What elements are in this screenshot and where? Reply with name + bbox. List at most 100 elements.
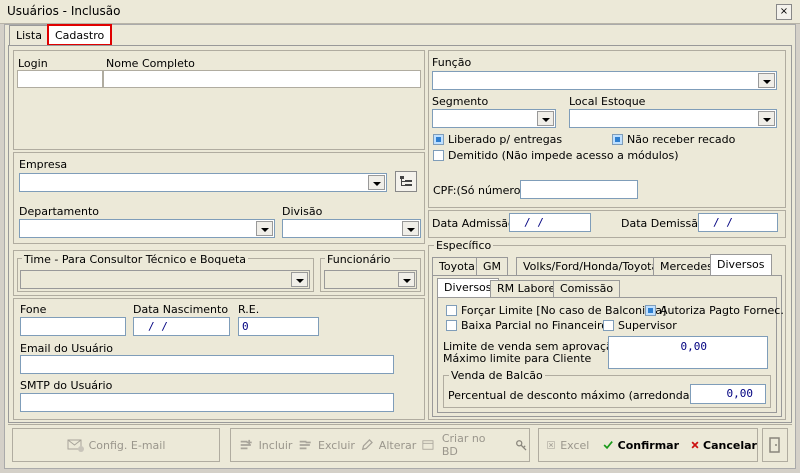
baixa-parcial-label: Baixa Parcial no Financeiro: [461, 319, 608, 332]
action-buttons-group: Excel Confirmar Cancelar: [538, 428, 758, 462]
exit-button[interactable]: [762, 428, 788, 462]
key-icon: [516, 440, 527, 451]
time-label: Time - Para Consultor Técnico e Boqueta: [22, 253, 249, 266]
subtab-comissao[interactable]: Comissão: [553, 280, 621, 297]
login-input[interactable]: [17, 70, 103, 88]
autoriza-checkbox[interactable]: [645, 305, 656, 316]
excel-button[interactable]: Excel: [560, 439, 589, 452]
especifico-title: Específico: [434, 239, 494, 252]
login-label: Login: [18, 57, 48, 70]
tab-lista[interactable]: Lista: [9, 25, 49, 45]
percentual-label: Percentual de desconto máximo (arredonda…: [448, 389, 730, 402]
funcao-select[interactable]: [432, 71, 777, 90]
nome-label: Nome Completo: [106, 57, 195, 70]
tab-gm[interactable]: GM: [476, 257, 509, 275]
nao-receber-checkbox[interactable]: [612, 134, 623, 145]
subtab-rm-labore[interactable]: RM Labore: [490, 280, 563, 297]
window-title: Usuários - Inclusão: [7, 4, 121, 18]
cancel-icon: [691, 441, 699, 449]
funcao-label: Função: [432, 56, 472, 69]
smtp-input[interactable]: [20, 393, 394, 412]
nome-input[interactable]: [103, 70, 421, 88]
tab-cadastro[interactable]: Cadastro: [47, 24, 113, 46]
re-label: R.E.: [238, 303, 260, 316]
local-estoque-label: Local Estoque: [569, 95, 646, 108]
title-bar: Usuários - Inclusão ×: [0, 0, 800, 24]
edit-icon: [361, 439, 373, 451]
cpf-input[interactable]: [520, 180, 638, 199]
forcar-limite-checkbox[interactable]: [446, 305, 457, 316]
empresa-tree-button[interactable]: [395, 171, 417, 192]
record-actions-group: Incluir Excluir Alterar Criar no BD: [230, 428, 530, 462]
chevron-down-icon[interactable]: [256, 221, 273, 236]
chevron-down-icon[interactable]: [402, 221, 419, 236]
smtp-label: SMTP do Usuário: [20, 379, 113, 392]
chevron-down-icon[interactable]: [398, 272, 415, 287]
autoriza-label: Autoriza Pagto Fornec.: [660, 304, 784, 317]
chevron-down-icon[interactable]: [758, 73, 775, 88]
fone-label: Fone: [20, 303, 47, 316]
email-config-icon: [67, 439, 84, 452]
empresa-select[interactable]: [19, 173, 387, 192]
close-button[interactable]: ×: [776, 4, 792, 20]
criar-bd-button[interactable]: Criar no BD: [442, 432, 496, 458]
excel-icon: [547, 441, 555, 449]
tab-diversos[interactable]: Diversos: [710, 254, 772, 275]
empresa-label: Empresa: [19, 158, 68, 171]
segmento-label: Segmento: [432, 95, 489, 108]
email-input[interactable]: [20, 355, 394, 374]
alterar-button[interactable]: Alterar: [379, 439, 416, 452]
limite-input[interactable]: 0,00: [608, 336, 768, 369]
tree-icon: [400, 175, 412, 186]
demissao-input[interactable]: / /: [698, 213, 778, 232]
balcao-title: Venda de Balcão: [449, 369, 545, 382]
excluir-button[interactable]: Excluir: [318, 439, 355, 452]
identity-group: [13, 50, 425, 150]
close-icon: ×: [779, 6, 789, 17]
percentual-input[interactable]: 0,00: [690, 384, 766, 404]
chevron-down-icon[interactable]: [368, 175, 385, 190]
re-input[interactable]: 0: [238, 317, 319, 336]
supervisor-label: Supervisor: [618, 319, 677, 332]
config-email-label: Config. E-mail: [88, 438, 166, 452]
chevron-down-icon[interactable]: [291, 272, 308, 287]
incluir-button[interactable]: Incluir: [259, 439, 293, 452]
nasc-input[interactable]: / /: [133, 317, 230, 336]
insert-icon: [240, 439, 252, 450]
delete-icon: [300, 440, 312, 450]
divisao-select[interactable]: [282, 219, 421, 238]
limite-label-2: Máximo limite para Cliente: [443, 352, 592, 365]
local-estoque-select[interactable]: [569, 109, 777, 128]
supervisor-checkbox[interactable]: [603, 320, 614, 331]
baixa-parcial-checkbox[interactable]: [446, 320, 457, 331]
tab-toyota[interactable]: Toyota: [432, 257, 482, 275]
segmento-select[interactable]: [432, 109, 556, 128]
chevron-down-icon[interactable]: [758, 111, 775, 126]
divisao-label: Divisão: [282, 205, 323, 218]
confirmar-button[interactable]: Confirmar: [618, 439, 679, 452]
nasc-label: Data Nascimento: [133, 303, 229, 316]
demitido-checkbox[interactable]: [433, 150, 444, 161]
cancelar-button[interactable]: Cancelar: [703, 439, 757, 452]
check-icon: [603, 441, 614, 450]
cpf-label: CPF:(Só números): [433, 184, 531, 197]
liberado-label: Liberado p/ entregas: [448, 133, 563, 146]
database-icon: [422, 440, 434, 450]
chevron-down-icon[interactable]: [537, 111, 554, 126]
fone-input[interactable]: [20, 317, 126, 336]
time-select[interactable]: [20, 270, 310, 289]
email-label: Email do Usuário: [20, 342, 114, 355]
demitido-label: Demitido (Não impede acesso a módulos): [448, 149, 679, 162]
funcionario-label: Funcionário: [325, 253, 393, 266]
admissao-input[interactable]: / /: [509, 213, 591, 232]
exit-door-icon: [769, 437, 780, 453]
demissao-label: Data Demissão: [621, 217, 705, 230]
funcionario-select[interactable]: [324, 270, 417, 289]
liberado-checkbox[interactable]: [433, 134, 444, 145]
forcar-limite-label: Forçar Limite [No caso de Balconista]: [461, 304, 667, 317]
departamento-select[interactable]: [19, 219, 275, 238]
config-email-button[interactable]: Config. E-mail: [12, 428, 220, 462]
admissao-label: Data Admissão: [432, 217, 515, 230]
tab-volks[interactable]: Volks/Ford/Honda/Toyota: [516, 257, 666, 275]
departamento-label: Departamento: [19, 205, 100, 218]
